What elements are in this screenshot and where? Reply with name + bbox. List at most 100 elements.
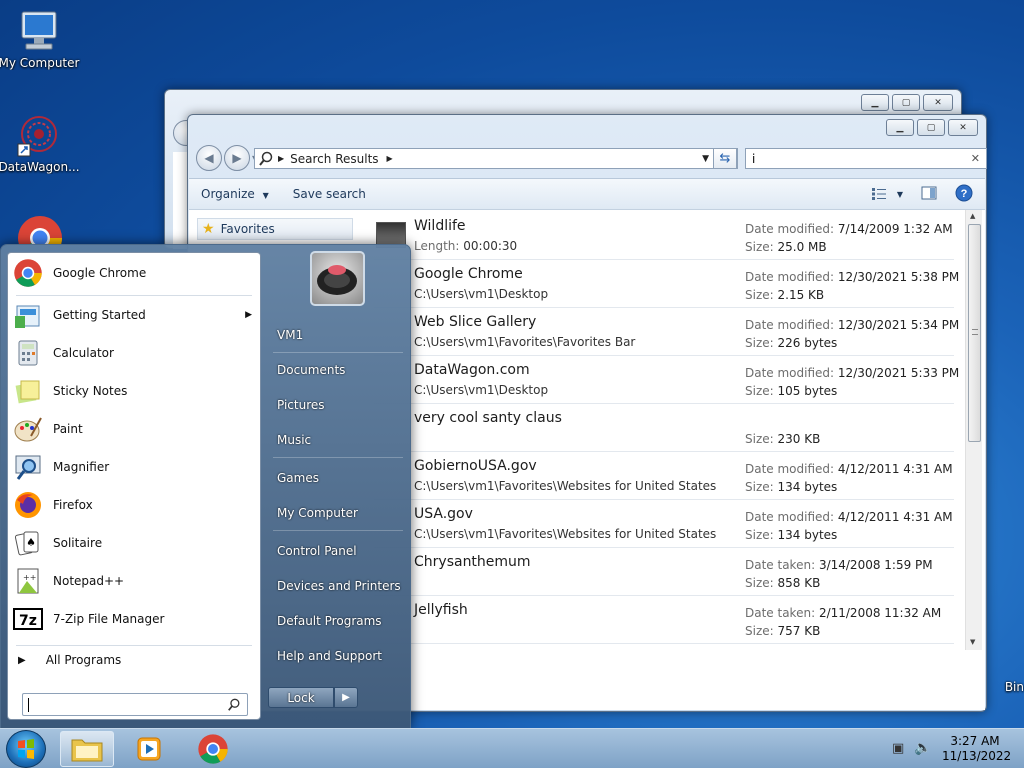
- start-program-paint[interactable]: Paint: [12, 411, 256, 447]
- user-avatar[interactable]: [310, 251, 365, 306]
- start-program-label: Notepad++: [53, 574, 125, 588]
- search-icon: [228, 698, 240, 711]
- shutdown-options-button[interactable]: ▶: [334, 687, 358, 708]
- scroll-down-arrow-icon[interactable]: ▼: [970, 638, 975, 646]
- result-row[interactable]: Chrysanthemum Date taken: 3/14/2008 1:59…: [374, 548, 954, 596]
- start-place-vm1[interactable]: VM1: [269, 320, 407, 350]
- refresh-icon: ⇆: [719, 151, 731, 166]
- start-place-default-programs[interactable]: Default Programs: [269, 606, 407, 636]
- svg-text:?: ?: [961, 188, 968, 200]
- start-program-label: Getting Started: [53, 308, 146, 322]
- start-place-my-computer[interactable]: My Computer: [269, 498, 407, 528]
- result-size-label: Size:: [745, 336, 774, 350]
- start-program-sticky-notes[interactable]: Sticky Notes: [12, 373, 256, 409]
- notepadpp-icon: ++: [12, 565, 44, 597]
- desktop-icon-datawagon[interactable]: DataWagon...: [0, 114, 81, 174]
- maximize-button[interactable]: ▢: [917, 119, 945, 136]
- lock-label: Lock: [287, 690, 315, 705]
- clock[interactable]: 3:27 AM 11/13/2022: [942, 734, 1011, 764]
- change-view-button[interactable]: ▼: [871, 187, 903, 201]
- firefox-icon: [12, 489, 44, 521]
- network-icon[interactable]: ▣: [892, 741, 904, 756]
- windows-logo-icon: [18, 739, 34, 759]
- scroll-up-arrow-icon[interactable]: ▲: [970, 212, 975, 220]
- result-size-value: 25.0 MB: [777, 240, 827, 254]
- svg-text:7z: 7z: [19, 613, 37, 629]
- result-date-value: 2/11/2008 11:32 AM: [818, 606, 942, 620]
- divider: [273, 530, 403, 531]
- start-program-7zip[interactable]: 7z 7-Zip File Manager: [12, 601, 256, 637]
- start-place-music[interactable]: Music: [269, 425, 407, 455]
- start-program-label: Sticky Notes: [53, 384, 128, 398]
- preview-pane-button[interactable]: [921, 186, 937, 203]
- start-program-notepadpp[interactable]: ++ Notepad++: [12, 563, 256, 599]
- desktop-icon-my-computer[interactable]: My Computer: [0, 10, 81, 70]
- desktop-icon-label: DataWagon...: [0, 160, 80, 174]
- desktop-icon-chrome[interactable]: [16, 214, 64, 244]
- breadcrumb-search-results[interactable]: Search Results: [290, 152, 378, 166]
- organize-button[interactable]: Organize ▼: [189, 187, 281, 201]
- result-row[interactable]: Google Chrome C:\Users\vm1\Desktop Date m…: [374, 260, 959, 308]
- start-place-label: VM1: [277, 328, 304, 342]
- vertical-scrollbar[interactable]: ▲ ▼: [965, 210, 982, 650]
- minimize-button[interactable]: ▁: [886, 119, 914, 136]
- start-place-label: Games: [277, 471, 319, 485]
- divider: [16, 295, 252, 296]
- start-place-pictures[interactable]: Pictures: [269, 390, 407, 420]
- start-program-calculator[interactable]: Calculator: [12, 335, 256, 371]
- taskbar-explorer[interactable]: [60, 731, 114, 767]
- start-program-chrome[interactable]: Google Chrome: [12, 255, 256, 291]
- result-date-value: 4/12/2011 4:31 AM: [837, 462, 953, 476]
- start-program-firefox[interactable]: Firefox: [12, 487, 256, 523]
- close-button[interactable]: ✕: [923, 94, 953, 111]
- start-place-devices-and-printers[interactable]: Devices and Printers: [269, 571, 407, 601]
- start-place-control-panel[interactable]: Control Panel: [269, 536, 407, 566]
- result-row[interactable]: Web Slice Gallery C:\Users\vm1\Favorites…: [374, 308, 959, 356]
- submenu-arrow-icon: ▶: [245, 310, 252, 320]
- start-place-help-and-support[interactable]: Help and Support: [269, 641, 407, 671]
- result-row[interactable]: Wildlife Length: 00:00:30 Date modified: 7…: [374, 212, 954, 260]
- search-input[interactable]: i ✕: [745, 148, 987, 169]
- close-button[interactable]: ✕: [948, 119, 978, 136]
- result-row[interactable]: DataWagon.com C:\Users\vm1\Desktop Date m…: [374, 356, 959, 404]
- result-row[interactable]: very cool santy claus Size: 230 KB: [374, 404, 954, 452]
- maximize-button[interactable]: ▢: [892, 94, 920, 111]
- taskbar: ▣ 🔈 3:27 AM 11/13/2022: [0, 728, 1024, 768]
- address-dropdown-icon[interactable]: ▼: [702, 154, 709, 164]
- chrome-icon: [198, 734, 228, 764]
- start-program-label: Google Chrome: [53, 266, 147, 280]
- result-row[interactable]: GobiernoUSA.gov C:\Users\vm1\Favorites\W…: [374, 452, 954, 500]
- start-program-magnifier[interactable]: Magnifier: [12, 449, 256, 485]
- start-program-getting-started[interactable]: Getting Started ▶: [12, 297, 256, 333]
- save-search-button[interactable]: Save search: [281, 187, 378, 201]
- result-date: Date taken: 2/11/2008 11:32 AM: [745, 606, 941, 620]
- forward-button[interactable]: ▶: [224, 145, 250, 171]
- minimize-button[interactable]: ▁: [861, 94, 889, 111]
- taskbar-media-player[interactable]: [122, 731, 176, 767]
- chevron-down-icon[interactable]: ▼: [897, 190, 903, 199]
- result-path: C:\Users\vm1\Desktop: [414, 383, 548, 397]
- result-row[interactable]: USA.gov C:\Users\vm1\Favorites\Websites …: [374, 500, 954, 548]
- lock-button[interactable]: Lock: [268, 687, 334, 708]
- all-programs-button[interactable]: ▶ All Programs: [18, 653, 121, 667]
- back-button[interactable]: ◀: [196, 145, 222, 171]
- start-search-input[interactable]: [22, 693, 248, 716]
- volume-icon[interactable]: 🔈: [914, 740, 931, 756]
- start-program-label: Paint: [53, 422, 83, 436]
- start-place-games[interactable]: Games: [269, 463, 407, 493]
- help-button[interactable]: ?: [955, 184, 973, 205]
- taskbar-chrome[interactable]: [186, 731, 240, 767]
- start-program-solitaire[interactable]: ♠ Solitaire: [12, 525, 256, 561]
- result-size: Size: 25.0 MB: [745, 240, 827, 254]
- start-program-label: 7-Zip File Manager: [53, 612, 165, 626]
- nav-favorites[interactable]: ★ Favorites: [197, 218, 353, 240]
- magnifier-icon: [12, 451, 44, 483]
- clear-search-icon[interactable]: ✕: [971, 152, 980, 165]
- refresh-button[interactable]: ⇆: [713, 148, 737, 169]
- start-button[interactable]: [6, 730, 46, 768]
- scrollbar-thumb[interactable]: [968, 224, 981, 442]
- start-place-documents[interactable]: Documents: [269, 355, 407, 385]
- address-bar[interactable]: ▶ Search Results ▶ ▼: [254, 148, 738, 169]
- result-row[interactable]: Jellyfish Date taken: 2/11/2008 11:32 AM…: [374, 596, 954, 644]
- start-place-label: My Computer: [277, 506, 358, 520]
